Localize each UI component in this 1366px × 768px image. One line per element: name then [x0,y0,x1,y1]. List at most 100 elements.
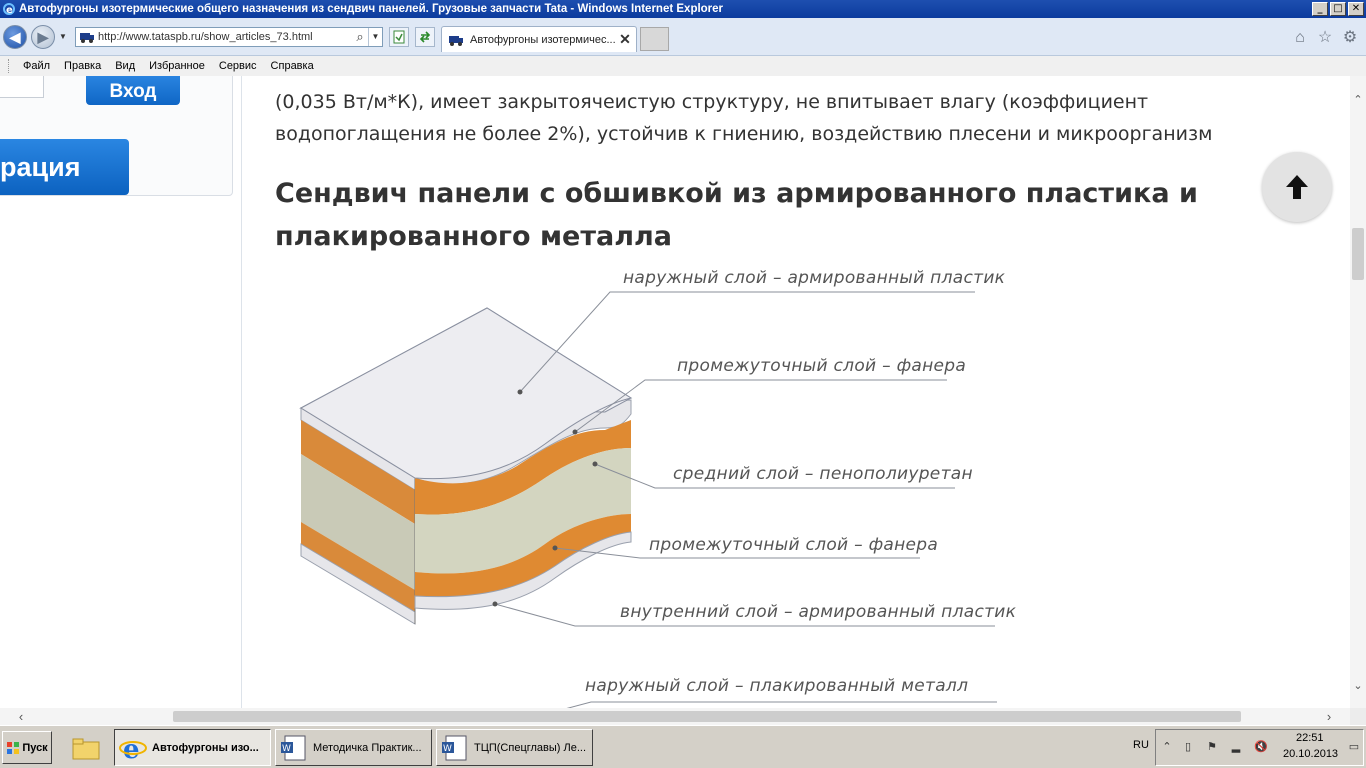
tab-title: Автофургоны изотермичес... [470,33,616,46]
vertical-scrollbar[interactable]: ⌃ ⌄ [1350,76,1366,708]
taskbar: Пуск e Автофургоны изо... W Методичка Пр… [0,725,1366,768]
horizontal-scrollbar[interactable]: ‹ › [0,708,1350,725]
home-button[interactable]: ⌂ [1291,29,1309,47]
scrollbar-corner [1350,708,1366,725]
scroll-right-arrow[interactable]: › [1321,708,1337,725]
section-heading: Сендвич панели с обшивкой из армированно… [275,172,1275,258]
layer-label: промежуточный слой – фанера [677,356,967,376]
paragraph-line: водопоглащения не более 2%), устойчив к … [275,123,1213,145]
compatibility-view-icon [393,30,405,44]
tab-close-button[interactable]: ✕ [618,31,632,48]
paragraph-line: (0,035 Вт/м*К), имеет закрытоячеистую ст… [275,91,1149,113]
maximize-button[interactable]: □ [1330,2,1346,16]
clock-time[interactable]: 22:51 [1296,732,1324,744]
ie-logo-icon: e [119,735,147,763]
back-button[interactable]: ◀ [3,25,27,49]
url-input[interactable]: http://www.tataspb.ru/show_articles_73.h… [98,31,352,43]
leader-dot [592,461,598,467]
scroll-down-arrow[interactable]: ⌄ [1350,678,1366,694]
show-hidden-icons-button[interactable]: ⌃ [1160,740,1174,754]
register-button[interactable]: рация [0,139,129,195]
scroll-left-arrow[interactable]: ‹ [13,708,29,725]
taskbar-item-word-2[interactable]: W ТЦП(Спецглавы) Ле... [436,729,593,766]
favorites-button[interactable]: ☆ [1316,29,1334,47]
layer-label: наружный слой – плакированный металл [585,676,969,696]
vertical-scroll-thumb[interactable] [1352,228,1364,280]
language-indicator[interactable]: RU [1133,739,1149,751]
taskbar-item-label: Автофургоны изо... [152,741,259,754]
word-document-icon: W [442,735,467,760]
clock-date[interactable]: 20.10.2013 [1283,748,1338,760]
show-desktop-icon[interactable]: ▭ [1347,740,1361,754]
svg-text:W: W [443,744,452,754]
page-viewport: Вход рация (0,035 Вт/м*К), имеет закрыто… [0,76,1350,708]
truck-favicon-icon [80,33,94,43]
address-bar[interactable]: http://www.tataspb.ru/show_articles_73.h… [75,27,383,47]
navigation-bar: ◀ ▶ ▼ http://www.tataspb.ru/show_article… [0,18,1366,56]
menu-tools[interactable]: Сервис [212,60,264,72]
taskbar-item-label: Методичка Практик... [313,741,422,754]
arrow-up-icon [1286,175,1308,199]
scroll-to-top-button[interactable] [1262,152,1332,222]
login-button[interactable]: Вход [86,76,180,105]
svg-text:e: e [123,735,140,763]
refresh-icon [419,31,431,43]
folder-icon [72,738,100,760]
taskbar-item-word-1[interactable]: W Методичка Практик... [275,729,432,766]
close-window-button[interactable]: ✕ [1348,2,1364,16]
layer-label: промежуточный слой – фанера [649,535,939,555]
explorer-quicklaunch[interactable] [71,734,101,762]
network-signal-icon[interactable]: ▂ [1229,740,1243,754]
windows-logo-icon [7,741,20,754]
svg-text:e: e [6,5,13,16]
address-dropdown-button[interactable]: ▼ [368,28,382,46]
password-field[interactable] [0,76,44,98]
heading-line: Сендвич панели с обшивкой из армированно… [275,178,1198,209]
forward-arrow-icon: ▶ [37,28,49,45]
start-label: Пуск [22,741,48,754]
panel-layers-illustration [299,291,995,627]
menu-favorites[interactable]: Избранное [142,60,212,72]
window-title-bar[interactable]: e Автофургоны изотермические общего назн… [0,0,1366,18]
menu-edit[interactable]: Правка [57,60,108,72]
scroll-up-arrow[interactable]: ⌃ [1350,92,1366,108]
new-tab-button[interactable] [640,27,669,51]
forward-button[interactable]: ▶ [31,25,55,49]
truck-favicon-icon [449,35,463,46]
ie-logo-icon: e [3,3,15,16]
leader-dot [552,545,558,551]
metal-panel-leader [566,701,997,708]
browser-tab[interactable]: Автофургоны изотермичес... ✕ [441,26,637,52]
action-center-flag-icon[interactable]: ⚑ [1205,740,1219,754]
article-paragraph: (0,035 Вт/м*К), имеет закрытоячеистую ст… [275,86,1350,150]
refresh-button[interactable] [415,27,435,47]
metal-panel-diagram: наружный слой – плакированный металл [291,642,1031,708]
layer-label: средний слой – пенополиуретан [673,464,973,484]
leader-dot [492,601,498,607]
device-icon[interactable]: ▯ [1181,740,1195,754]
window-title: Автофургоны изотермические общего назнач… [19,3,724,15]
leader-dot [572,429,578,435]
volume-muted-icon[interactable]: 🔇 [1254,740,1268,754]
horizontal-scroll-thumb[interactable] [173,711,1241,722]
tools-gear-button[interactable]: ⚙ [1341,29,1359,47]
recent-pages-dropdown[interactable]: ▼ [59,32,67,41]
sandwich-panel-diagram: наружный слой – армированный пластик про… [275,252,1017,641]
search-icon[interactable]: ⌕ [352,29,368,45]
leader-dot [517,389,523,395]
menu-grip [8,59,10,73]
menu-file[interactable]: Файл [16,60,57,72]
compatibility-view-button[interactable] [389,27,409,47]
start-button[interactable]: Пуск [2,731,52,764]
taskbar-item-ie[interactable]: e Автофургоны изо... [114,729,271,766]
menu-help[interactable]: Справка [264,60,321,72]
menu-bar: Файл Правка Вид Избранное Сервис Справка [0,56,1366,76]
menu-view[interactable]: Вид [108,60,142,72]
layer-label: внутренний слой – армированный пластик [620,602,1017,622]
minimize-button[interactable]: _ [1312,2,1328,16]
back-arrow-icon: ◀ [9,28,21,45]
sidebar: Вход рация [0,76,242,708]
layer-label: наружный слой – армированный пластик [623,268,1006,288]
taskbar-item-label: ТЦП(Спецглавы) Ле... [474,741,587,754]
svg-text:W: W [282,744,291,754]
